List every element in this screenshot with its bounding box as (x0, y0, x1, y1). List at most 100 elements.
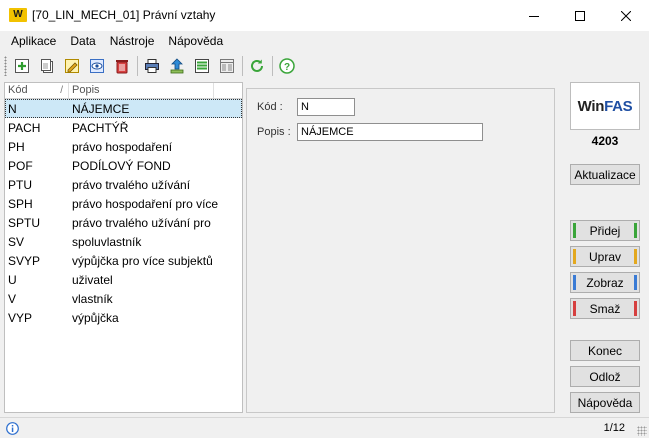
table-row[interactable]: SPH právo hospodaření pro více (5, 194, 242, 213)
printer-icon (145, 59, 159, 73)
svg-text:?: ? (284, 62, 290, 73)
toolbar-add-button[interactable] (11, 55, 33, 77)
menu-napoveda[interactable]: Nápověda (161, 31, 230, 51)
toolbar-copy-button[interactable] (36, 55, 58, 77)
column-header-code[interactable]: Kód / (5, 83, 69, 98)
code-field[interactable]: N (297, 98, 355, 116)
postpone-button[interactable]: Odlož (570, 366, 640, 387)
grid-header: Kód / Popis (5, 83, 242, 99)
menu-nastroje[interactable]: Nástroje (103, 31, 162, 51)
close-icon (621, 10, 631, 21)
row-code: SV (8, 234, 25, 249)
minimize-button[interactable] (511, 0, 557, 31)
view-button-label: Zobraz (586, 275, 624, 290)
table-row[interactable]: POF PODÍLOVÝ FOND (5, 156, 242, 175)
table-row[interactable]: N NÁJEMCE (5, 99, 242, 118)
row-description: právo trvalého užívání pro (72, 215, 211, 230)
help-button-label: Nápověda (577, 395, 633, 410)
toolbar-help-button[interactable]: ? (276, 55, 298, 77)
delete-button[interactable]: Smaž (570, 298, 640, 319)
edit-color-bar (573, 249, 576, 264)
brand-name: WinFAS (577, 97, 633, 115)
menu-data[interactable]: Data (63, 31, 102, 51)
table-row[interactable]: Vvlastník (5, 289, 242, 308)
view-button[interactable]: Zobraz (570, 272, 640, 293)
sort-indicator-icon: / (60, 85, 63, 96)
toolbar-export-button[interactable] (166, 55, 188, 77)
table-row[interactable]: SV spoluvlastník (5, 232, 242, 251)
toolbar-grip[interactable] (4, 56, 7, 76)
toolbar-view-button[interactable] (86, 55, 108, 77)
winfas-logo-icon: W (9, 8, 27, 22)
page-indicator: 1/12 (603, 422, 625, 434)
table-row[interactable]: Uuživatel (5, 270, 242, 289)
toolbar-edit-button[interactable] (61, 55, 83, 77)
toolbar-refresh-button[interactable] (246, 55, 268, 77)
refresh-icon (251, 59, 263, 72)
row-description: uživatel (72, 272, 113, 287)
table-row[interactable]: VYP výpůjčka (5, 308, 242, 327)
view-color-bar (573, 275, 576, 290)
delete-record-icon (116, 60, 128, 74)
row-code: PTU (8, 177, 32, 192)
refresh-button[interactable]: Aktualizace (570, 164, 640, 185)
row-description: právo trvalého užívání (72, 177, 191, 192)
close-button[interactable] (603, 0, 649, 31)
action-panel: WinFAS 4203 Aktualizace Přidej Uprav Zob… (564, 82, 649, 413)
table-row[interactable]: SVYP výpůjčka pro více subjektů (5, 251, 242, 270)
row-code: PACH (8, 120, 41, 135)
table-row[interactable]: PTU právo trvalého užívání (5, 175, 242, 194)
refresh-button-label: Aktualizace (574, 167, 636, 182)
row-code: SPH (8, 196, 33, 211)
menu-aplikace[interactable]: Aplikace (4, 31, 63, 51)
end-button-label: Konec (587, 343, 623, 358)
table-row[interactable]: PACH PACHTÝŘ (5, 118, 242, 137)
info-icon[interactable] (6, 422, 19, 435)
row-description: právo hospodaření (72, 139, 173, 154)
column-header-filler (214, 83, 242, 98)
list-view-icon (195, 59, 209, 73)
maximize-icon (575, 10, 585, 21)
record-count: 4203 (591, 134, 619, 148)
add-color-bar (634, 223, 637, 238)
resize-grip[interactable] (637, 426, 647, 436)
delete-color-bar (573, 301, 576, 316)
column-header-code-label: Kód (8, 84, 28, 96)
row-description: NÁJEMCE (72, 101, 130, 116)
row-code: V (8, 291, 17, 306)
edit-button-label: Uprav (588, 249, 621, 264)
table-row[interactable]: PH právo hospodaření (5, 137, 242, 156)
toolbar-delete-button[interactable] (111, 55, 133, 77)
description-field[interactable]: NÁJEMCE (297, 123, 483, 141)
edit-button[interactable]: Uprav (570, 246, 640, 267)
toolbar-list-button[interactable] (191, 55, 213, 77)
copy-record-icon (41, 59, 53, 73)
description-label: Popis : (257, 126, 291, 138)
edit-color-bar (634, 249, 637, 264)
table-row[interactable]: SPTU právo trvalého užívání pro (5, 213, 242, 232)
column-header-description[interactable]: Popis (69, 83, 214, 98)
edit-record-icon (65, 59, 79, 73)
toolbar: ? (0, 52, 649, 80)
row-description: spoluvlastník (72, 234, 142, 249)
row-code: VYP (8, 310, 33, 325)
row-code: U (8, 272, 17, 287)
help-button[interactable]: Nápověda (570, 392, 640, 413)
maximize-button[interactable] (557, 0, 603, 31)
status-bar: 1/12 (0, 417, 649, 438)
add-button[interactable]: Přidej (570, 220, 640, 241)
add-color-bar (573, 223, 576, 238)
toolbar-columns-button[interactable] (216, 55, 238, 77)
detail-panel: Kód : N Popis : NÁJEMCE (246, 88, 555, 413)
code-label: Kód : (257, 101, 283, 113)
row-code: SVYP (8, 253, 41, 268)
row-description: vlastník (72, 291, 113, 306)
row-description: výpůjčka (72, 310, 119, 325)
view-record-icon (90, 59, 104, 73)
toolbar-print-button[interactable] (141, 55, 163, 77)
end-button[interactable]: Konec (570, 340, 640, 361)
delete-color-bar (634, 301, 637, 316)
row-description: PACHTÝŘ (72, 120, 129, 135)
records-grid[interactable]: Kód / Popis N NÁJEMCE PACH PACHTÝŘ PH právo… (4, 82, 243, 413)
winfas-brand-logo: WinFAS (570, 82, 640, 130)
